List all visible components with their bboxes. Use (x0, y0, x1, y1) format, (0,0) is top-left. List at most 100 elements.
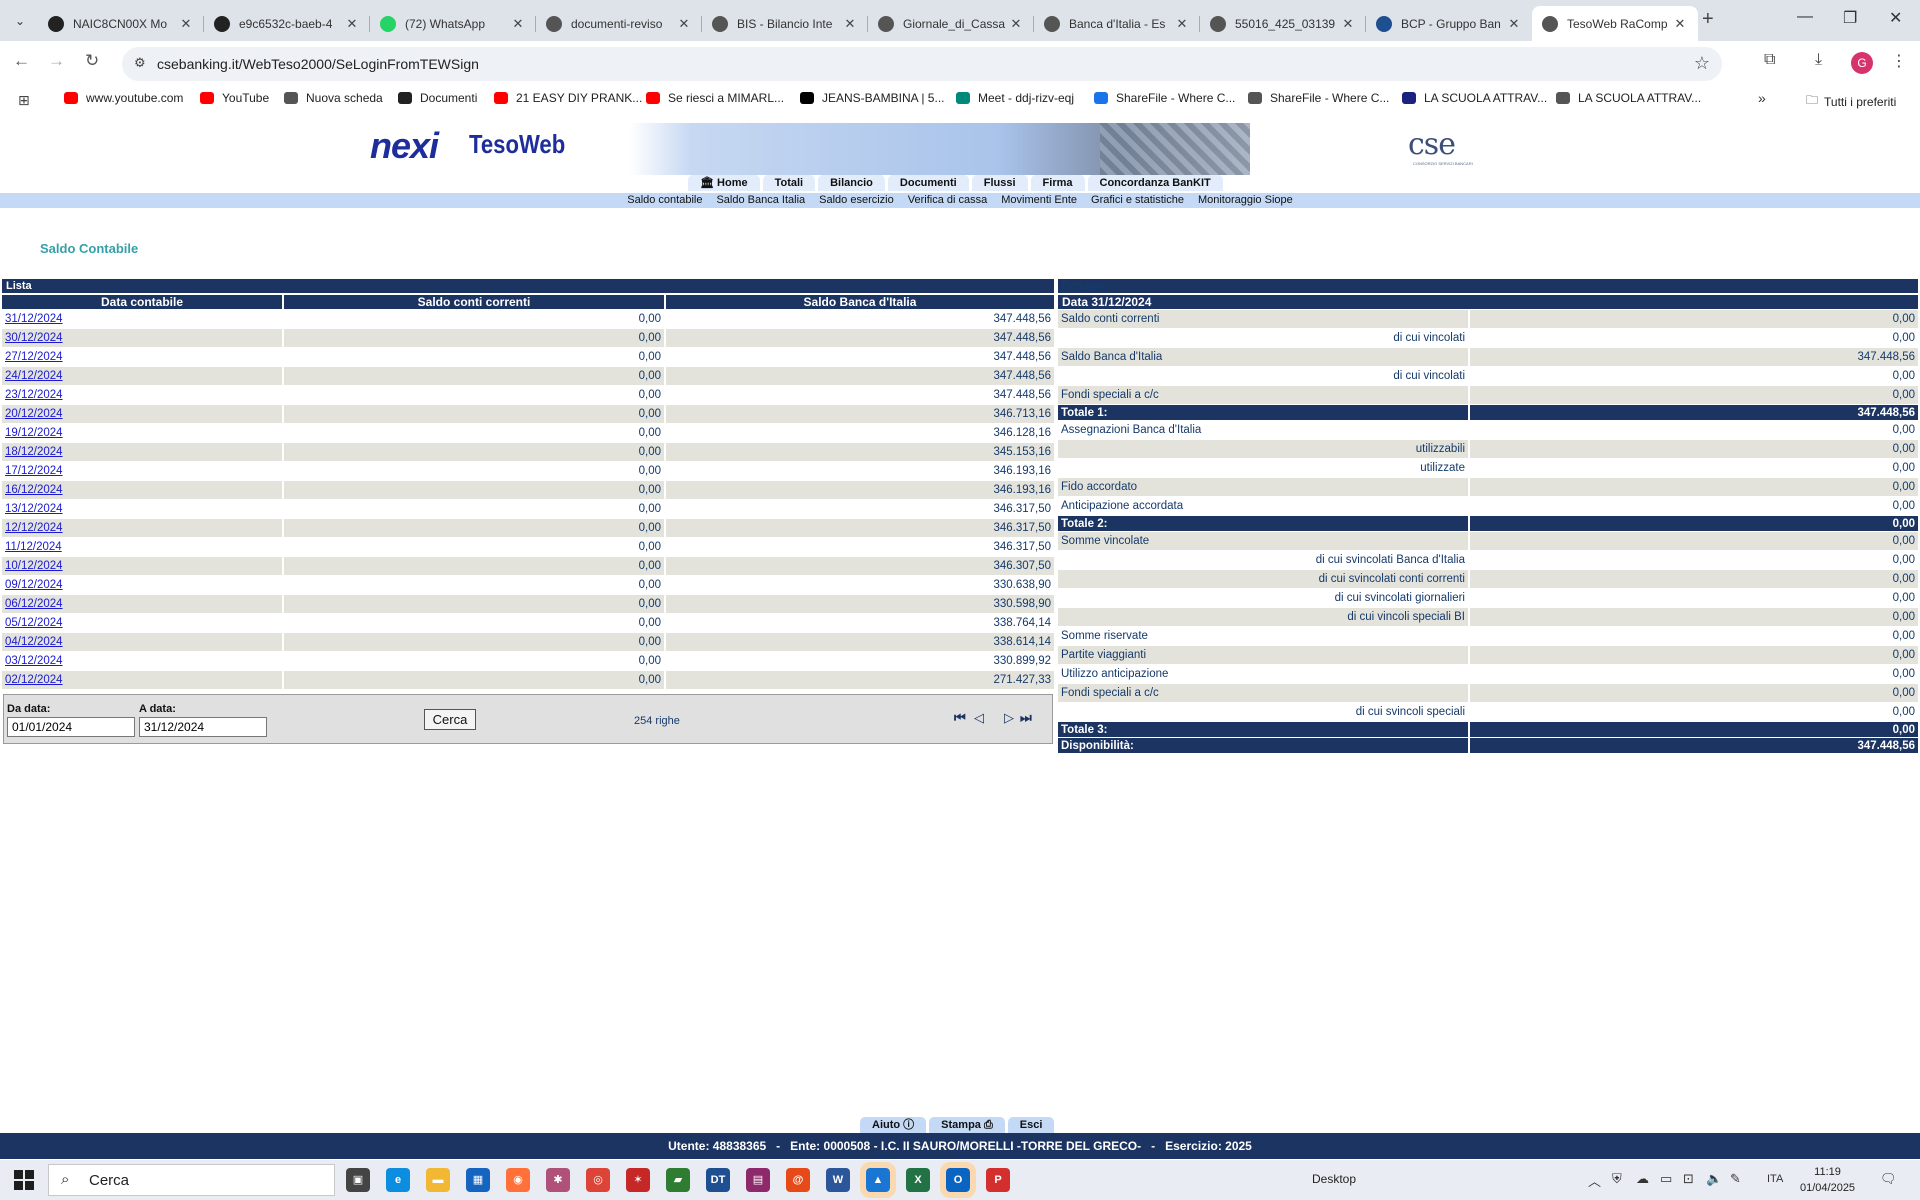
submenu-verifica-cassa[interactable]: Verifica di cassa (901, 193, 994, 208)
close-tab-icon[interactable]: ✕ (1506, 16, 1522, 32)
date-link[interactable]: 04/12/2024 (2, 632, 282, 651)
browser-tab[interactable]: Giornale_di_Cassa ✕ (868, 6, 1034, 41)
restore-icon[interactable]: ❐ (1843, 8, 1857, 28)
spiral-app-icon[interactable]: @ (786, 1168, 810, 1192)
desktop-label[interactable]: Desktop (1312, 1172, 1356, 1186)
date-link[interactable]: 30/12/2024 (2, 328, 282, 347)
date-link[interactable]: 12/12/2024 (2, 518, 282, 537)
photos-icon[interactable]: ▲ (860, 1162, 896, 1198)
date-link[interactable]: 05/12/2024 (2, 613, 282, 632)
next-page-icon[interactable]: ▷ (1004, 710, 1014, 726)
bookmark-star-icon[interactable]: ☆ (1694, 53, 1710, 74)
browser-tab[interactable]: Banca d'Italia - Es ✕ (1034, 6, 1200, 41)
store-icon[interactable]: ▦ (466, 1168, 490, 1192)
exit-button[interactable]: Esci (1007, 1117, 1055, 1133)
bookmark-item[interactable]: 21 EASY DIY PRANK... (494, 91, 642, 105)
submenu-saldo-banca-italia[interactable]: Saldo Banca Italia (709, 193, 812, 208)
language-indicator[interactable]: ITA (1767, 1173, 1783, 1185)
prev-page-icon[interactable]: ◁ (974, 710, 984, 726)
help-button[interactable]: Aiuto ⓘ (860, 1117, 927, 1133)
bookmark-item[interactable]: ShareFile - Where C... (1248, 91, 1389, 105)
bookmark-item[interactable]: www.youtube.com (64, 91, 183, 105)
close-tab-icon[interactable]: ✕ (676, 16, 692, 32)
profile-avatar[interactable]: G (1851, 52, 1873, 74)
date-link[interactable]: 27/12/2024 (2, 347, 282, 366)
close-tab-icon[interactable]: ✕ (1672, 16, 1688, 32)
submenu-movimenti-ente[interactable]: Movimenti Ente (994, 193, 1084, 208)
new-tab-icon[interactable]: + (1702, 8, 1714, 31)
menu-documenti[interactable]: Documenti (887, 175, 969, 191)
date-link[interactable]: 02/12/2024 (2, 670, 282, 689)
pen-icon[interactable]: ✎ (1730, 1171, 1741, 1187)
reload-icon[interactable]: ↻ (85, 51, 99, 71)
taskbar-search[interactable]: ⌕ Cerca (48, 1164, 335, 1196)
bookmark-item[interactable]: Meet - ddj-rizv-eqj (956, 91, 1074, 105)
site-info-icon[interactable]: ⚙ (134, 55, 146, 71)
date-link[interactable]: 17/12/2024 (2, 461, 282, 480)
date-link[interactable]: 03/12/2024 (2, 651, 282, 670)
menu-bilancio[interactable]: Bilancio (818, 175, 885, 191)
browser-tab[interactable]: BCP - Gruppo Ban ✕ (1366, 6, 1532, 41)
bookmark-item[interactable]: Se riesci a MIMARL... (646, 91, 784, 105)
menu-home[interactable]: 🏛 Home (688, 175, 760, 191)
game-icon[interactable]: ✶ (626, 1168, 650, 1192)
dt-app-icon[interactable]: DT (706, 1168, 730, 1192)
show-hidden-icons[interactable]: ︿ (1588, 1171, 1601, 1190)
browser-tab[interactable]: documenti-reviso ✕ (536, 6, 702, 41)
date-link[interactable]: 23/12/2024 (2, 385, 282, 404)
browser-tab[interactable]: NAIC8CN00X Mo ✕ (38, 6, 204, 41)
clock[interactable]: 11:19 01/04/2025 (1800, 1164, 1855, 1196)
extensions-icon[interactable]: ⧉ (1764, 51, 1775, 69)
notifications-icon[interactable]: 🗨 (1880, 1171, 1897, 1187)
bookmark-item[interactable]: YouTube (200, 91, 269, 105)
money-app-icon[interactable]: ▰ (666, 1168, 690, 1192)
bookmark-item[interactable]: JEANS-BAMBINA | 5... (800, 91, 944, 105)
search-button[interactable]: Cerca (424, 709, 476, 730)
more-bookmarks-icon[interactable]: » (1758, 90, 1766, 106)
task-view-icon[interactable]: ▣ (346, 1168, 370, 1192)
menu-totali[interactable]: Totali (762, 175, 816, 191)
hardware-icon[interactable]: ▭ (1660, 1171, 1672, 1187)
date-link[interactable]: 24/12/2024 (2, 366, 282, 385)
date-link[interactable]: 16/12/2024 (2, 480, 282, 499)
network-icon[interactable]: ⊡ (1683, 1171, 1694, 1187)
address-bar[interactable]: ⚙ csebanking.it/WebTeso2000/SeLoginFromT… (122, 47, 1722, 81)
bookmark-item[interactable]: LA SCUOLA ATTRAV... (1556, 91, 1701, 105)
date-link[interactable]: 18/12/2024 (2, 442, 282, 461)
date-link[interactable]: 31/12/2024 (2, 309, 282, 328)
first-page-icon[interactable]: ⏮ (954, 710, 966, 726)
close-tab-icon[interactable]: ✕ (1174, 16, 1190, 32)
word-icon[interactable]: W (826, 1168, 850, 1192)
url-text[interactable]: csebanking.it/WebTeso2000/SeLoginFromTEW… (157, 56, 479, 72)
chrome-icon[interactable]: ◎ (586, 1168, 610, 1192)
back-icon[interactable]: ← (13, 51, 30, 71)
close-tab-icon[interactable]: ✕ (842, 16, 858, 32)
date-link[interactable]: 09/12/2024 (2, 575, 282, 594)
date-link[interactable]: 06/12/2024 (2, 594, 282, 613)
submenu-monitoraggio-siope[interactable]: Monitoraggio Siope (1191, 193, 1300, 208)
download-icon[interactable]: ⤓ (1815, 51, 1822, 69)
bookmark-item[interactable]: LA SCUOLA ATTRAV... (1402, 91, 1547, 105)
browser-menu-icon[interactable]: ⋮ (1891, 51, 1907, 71)
last-page-icon[interactable]: ⏭ (1020, 710, 1032, 726)
firefox-icon[interactable]: ◉ (506, 1168, 530, 1192)
volume-icon[interactable]: 🔈 (1706, 1171, 1722, 1187)
date-link[interactable]: 19/12/2024 (2, 423, 282, 442)
close-tab-icon[interactable]: ✕ (1008, 16, 1024, 32)
to-date-input[interactable] (139, 717, 267, 737)
date-link[interactable]: 11/12/2024 (2, 537, 282, 556)
file-explorer-icon[interactable]: ▬ (426, 1168, 450, 1192)
menu-flussi[interactable]: Flussi (971, 175, 1028, 191)
network-app-icon[interactable]: ✱ (546, 1168, 570, 1192)
tab-search-icon[interactable]: ⌄ (8, 10, 32, 32)
date-link[interactable]: 13/12/2024 (2, 499, 282, 518)
excel-icon[interactable]: X (906, 1168, 930, 1192)
bookmark-item[interactable]: ShareFile - Where C... (1094, 91, 1235, 105)
bookmark-item[interactable]: Nuova scheda (284, 91, 383, 105)
winrar-icon[interactable]: ▤ (746, 1168, 770, 1192)
date-link[interactable]: 20/12/2024 (2, 404, 282, 423)
close-tab-icon[interactable]: ✕ (344, 16, 360, 32)
browser-tab[interactable]: 55016_425_03139 ✕ (1200, 6, 1366, 41)
bookmark-item[interactable]: Documenti (398, 91, 477, 105)
forward-icon[interactable]: → (48, 51, 65, 71)
